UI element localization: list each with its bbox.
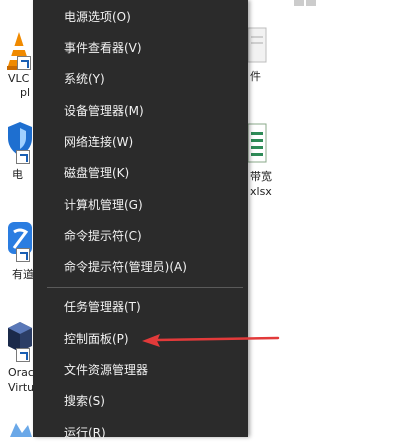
document-icon	[248, 27, 267, 63]
menu-item-event-viewer[interactable]: 事件查看器(V)	[33, 33, 248, 63]
virtualbox-desktop-icon[interactable]: Orac Virtu	[6, 318, 34, 398]
spreadsheet-desktop-icon[interactable]: 带宽 xlsx	[248, 120, 298, 200]
menu-item-task-manager[interactable]: 任务管理器(T)	[33, 292, 248, 322]
shortcut-arrow-icon	[16, 150, 30, 164]
menu-item-command-prompt-admin[interactable]: 命令提示符(管理员)(A)	[33, 252, 248, 282]
virtualbox-label-2: Virtu	[8, 381, 35, 394]
security-desktop-icon[interactable]: 电	[6, 120, 34, 190]
menu-item-search[interactable]: 搜索(S)	[33, 386, 248, 416]
shortcut-arrow-icon	[17, 56, 31, 70]
vlc-label-1: VLC	[8, 72, 30, 85]
menu-item-computer-management[interactable]: 计算机管理(G)	[33, 190, 248, 220]
youdao-desktop-icon[interactable]: 有道	[6, 218, 34, 288]
folder-label: 件	[250, 70, 261, 83]
spreadsheet-label-1: 带宽	[250, 170, 272, 183]
menu-item-run[interactable]: 运行(R)	[33, 418, 248, 448]
partial-file-icon	[294, 0, 316, 6]
menu-item-network-connections[interactable]: 网络连接(W)	[33, 127, 248, 157]
menu-item-command-prompt[interactable]: 命令提示符(C)	[33, 221, 248, 251]
vlc-desktop-icon[interactable]: VLC pl	[4, 28, 34, 99]
menu-item-file-explorer[interactable]: 文件资源管理器	[33, 355, 248, 385]
partial-desktop-icon	[10, 423, 32, 437]
youdao-label: 有道	[12, 268, 34, 281]
security-label: 电	[12, 168, 23, 181]
red-arrow-annotation-icon	[142, 334, 280, 347]
winx-context-menu: 电源选项(O) 事件查看器(V) 系统(Y) 设备管理器(M) 网络连接(W) …	[33, 0, 248, 440]
virtualbox-label-1: Orac	[8, 366, 34, 379]
shortcut-arrow-icon	[16, 348, 30, 362]
folder-desktop-icon[interactable]: 件	[248, 24, 278, 84]
menu-item-device-manager[interactable]: 设备管理器(M)	[33, 96, 248, 126]
menu-item-power-options[interactable]: 电源选项(O)	[33, 2, 248, 32]
menu-item-system[interactable]: 系统(Y)	[33, 64, 248, 94]
spreadsheet-icon	[248, 123, 267, 163]
menu-separator	[47, 287, 243, 288]
shortcut-arrow-icon	[16, 248, 30, 262]
menu-item-disk-management[interactable]: 磁盘管理(K)	[33, 158, 248, 188]
vlc-label-2: pl	[20, 86, 31, 99]
spreadsheet-label-2: xlsx	[250, 185, 272, 198]
